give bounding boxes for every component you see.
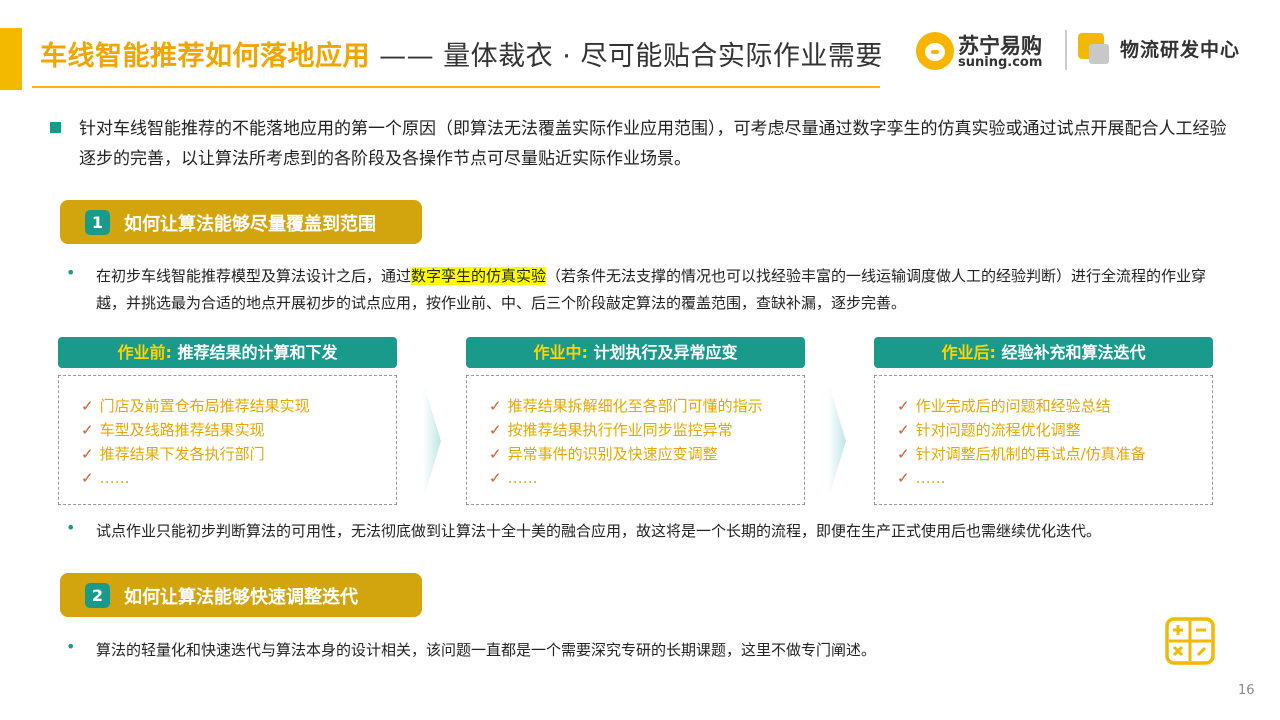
phase-key: 作业中:: [533, 343, 588, 362]
check-icon: ✓: [81, 445, 94, 463]
intro-text: 针对车线智能推荐的不能落地应用的第一个原因（即算法无法覆盖实际作业应用范围），可…: [79, 119, 1227, 169]
section-1-bullet-pre: 在初步车线智能推荐模型及算法设计之后，通过: [96, 267, 412, 285]
list-item-text: ……: [915, 469, 946, 487]
intro-paragraph: 针对车线智能推荐的不能落地应用的第一个原因（即算法无法覆盖实际作业应用范围），可…: [50, 114, 1240, 174]
check-icon: ✓: [897, 421, 910, 439]
list-item-text: 门店及前置仓布局推荐结果实现: [99, 397, 310, 415]
list-item: ✓ ……: [489, 466, 804, 490]
check-icon: ✓: [489, 469, 502, 487]
square-bullet-icon: [50, 122, 61, 133]
check-icon: ✓: [81, 469, 94, 487]
list-item-text: 针对问题的流程优化调整: [915, 421, 1081, 439]
title-highlight: 车线智能推荐如何落地应用: [40, 41, 370, 72]
list-item: ✓ 车型及线路推荐结果实现: [81, 418, 396, 442]
phase-key: 作业后:: [941, 343, 996, 362]
check-icon: ✓: [489, 421, 502, 439]
phase-header-before: 作业前: 推荐结果的计算和下发: [58, 337, 397, 368]
phase-header-during: 作业中: 计划执行及异常应变: [466, 337, 805, 368]
section-2-header: 2 如何让算法能够快速调整迭代: [60, 573, 422, 617]
check-icon: ✓: [489, 445, 502, 463]
calculator-icon: [1165, 617, 1215, 665]
list-item-text: 车型及线路推荐结果实现: [99, 421, 265, 439]
list-item-text: 按推荐结果执行作业同步监控异常: [507, 421, 733, 439]
title-accent-bar: [0, 28, 22, 90]
lion-face-icon: [916, 32, 954, 70]
bullet-dot-icon: •: [66, 518, 76, 537]
section-1-note: • 试点作业只能初步判断算法的可用性，无法彻底做到让算法十全十美的融合应用，故这…: [66, 518, 1216, 545]
title-underline: [32, 86, 880, 88]
list-item-text: 异常事件的识别及快速应变调整: [507, 445, 718, 463]
list-item: ✓ 针对调整后机制的再试点/仿真准备: [897, 442, 1212, 466]
logo-square-shadow-icon: [1089, 44, 1109, 64]
title-rest: —— 量体裁衣 · 尽可能贴合实际作业需要: [370, 41, 883, 72]
section-2-bullet-text: 算法的轻量化和快速迭代与算法本身的设计相关，该问题一直都是一个需要深究专研的长期…: [96, 641, 877, 659]
check-icon: ✓: [489, 397, 502, 415]
phase-title: 经验补充和算法迭代: [995, 343, 1146, 362]
list-item-text: 作业完成后的问题和经验总结: [915, 397, 1111, 415]
suning-logo: 苏宁易购 suning.com: [916, 30, 1056, 72]
logo-divider: [1065, 30, 1067, 70]
list-item-text: 针对调整后机制的再试点/仿真准备: [915, 445, 1146, 463]
suning-logo-en: suning.com: [958, 55, 1043, 70]
list-item: ✓ ……: [897, 466, 1212, 490]
list-item: ✓ 推荐结果下发各执行部门: [81, 442, 396, 466]
list-item: ✓ 门店及前置仓布局推荐结果实现: [81, 394, 396, 418]
section-2-bullet: • 算法的轻量化和快速迭代与算法本身的设计相关，该问题一直都是一个需要深究专研的…: [66, 637, 1146, 664]
section-2-title: 如何让算法能够快速调整迭代: [124, 587, 358, 608]
chevron-right-icon: [828, 382, 846, 500]
phase-key: 作业前:: [117, 343, 172, 362]
chevron-right-icon: [423, 382, 441, 500]
check-icon: ✓: [897, 397, 910, 415]
section-1-bullet-highlight: 数字孪生的仿真实验: [411, 267, 547, 285]
check-icon: ✓: [81, 397, 94, 415]
list-item-text: 推荐结果下发各执行部门: [99, 445, 265, 463]
bullet-dot-icon: •: [66, 637, 76, 656]
list-item-text: ……: [99, 469, 130, 487]
list-item-text: 推荐结果拆解细化至各部门可懂的指示: [507, 397, 763, 415]
list-item: ✓ ……: [81, 466, 396, 490]
list-item: ✓ 异常事件的识别及快速应变调整: [489, 442, 804, 466]
phase-header-after: 作业后: 经验补充和算法迭代: [874, 337, 1213, 368]
page-title: 车线智能推荐如何落地应用 —— 量体裁衣 · 尽可能贴合实际作业需要: [40, 34, 883, 73]
check-icon: ✓: [897, 445, 910, 463]
dept-name: 物流研发中心: [1120, 39, 1241, 61]
phase-box-during: ✓ 推荐结果拆解细化至各部门可懂的指示 ✓ 按推荐结果执行作业同步监控异常 ✓ 异常事…: [466, 375, 805, 505]
bullet-dot-icon: •: [66, 263, 76, 282]
list-item: ✓ 作业完成后的问题和经验总结: [897, 394, 1212, 418]
page-number: 16: [1238, 683, 1255, 698]
phase-box-before: ✓ 门店及前置仓布局推荐结果实现 ✓ 车型及线路推荐结果实现 ✓ 推荐结果下发各执行部…: [58, 375, 397, 505]
check-icon: ✓: [81, 421, 94, 439]
section-1-title: 如何让算法能够尽量覆盖到范围: [124, 214, 376, 235]
section-2-number: 2: [85, 583, 110, 608]
phase-box-after: ✓ 作业完成后的问题和经验总结 ✓ 针对问题的流程优化调整 ✓ 针对调整后机制的再试点…: [874, 375, 1213, 505]
phase-title: 推荐结果的计算和下发: [171, 343, 338, 362]
logistics-rd-logo: 物流研发中心: [1078, 33, 1258, 69]
phase-title: 计划执行及异常应变: [587, 343, 738, 362]
section-1-header: 1 如何让算法能够尽量覆盖到范围: [60, 200, 422, 244]
section-1-number: 1: [85, 210, 110, 235]
section-1-bullet: • 在初步车线智能推荐模型及算法设计之后，通过数字孪生的仿真实验（若条件无法支撑…: [66, 263, 1216, 317]
list-item: ✓ 按推荐结果执行作业同步监控异常: [489, 418, 804, 442]
check-icon: ✓: [897, 469, 910, 487]
list-item: ✓ 针对问题的流程优化调整: [897, 418, 1212, 442]
list-item: ✓ 推荐结果拆解细化至各部门可懂的指示: [489, 394, 804, 418]
section-1-note-text: 试点作业只能初步判断算法的可用性，无法彻底做到让算法十全十美的融合应用，故这将是…: [96, 522, 1102, 540]
list-item-text: ……: [507, 469, 538, 487]
